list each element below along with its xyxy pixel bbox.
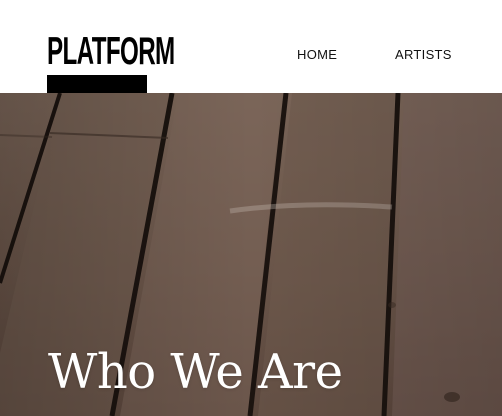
hero-heading: Who We Are (48, 344, 343, 401)
logo-underline-bar (47, 75, 147, 93)
logo-text: PLATFORM (47, 30, 175, 73)
nav-link-artists[interactable]: ARTISTS (395, 47, 452, 65)
hero-section: Who We Are (0, 93, 502, 416)
platform-logo[interactable]: PLATFORM (47, 30, 175, 93)
site-header: PLATFORM HOME ARTISTS (0, 0, 502, 93)
nav-link-home[interactable]: HOME (297, 47, 337, 65)
